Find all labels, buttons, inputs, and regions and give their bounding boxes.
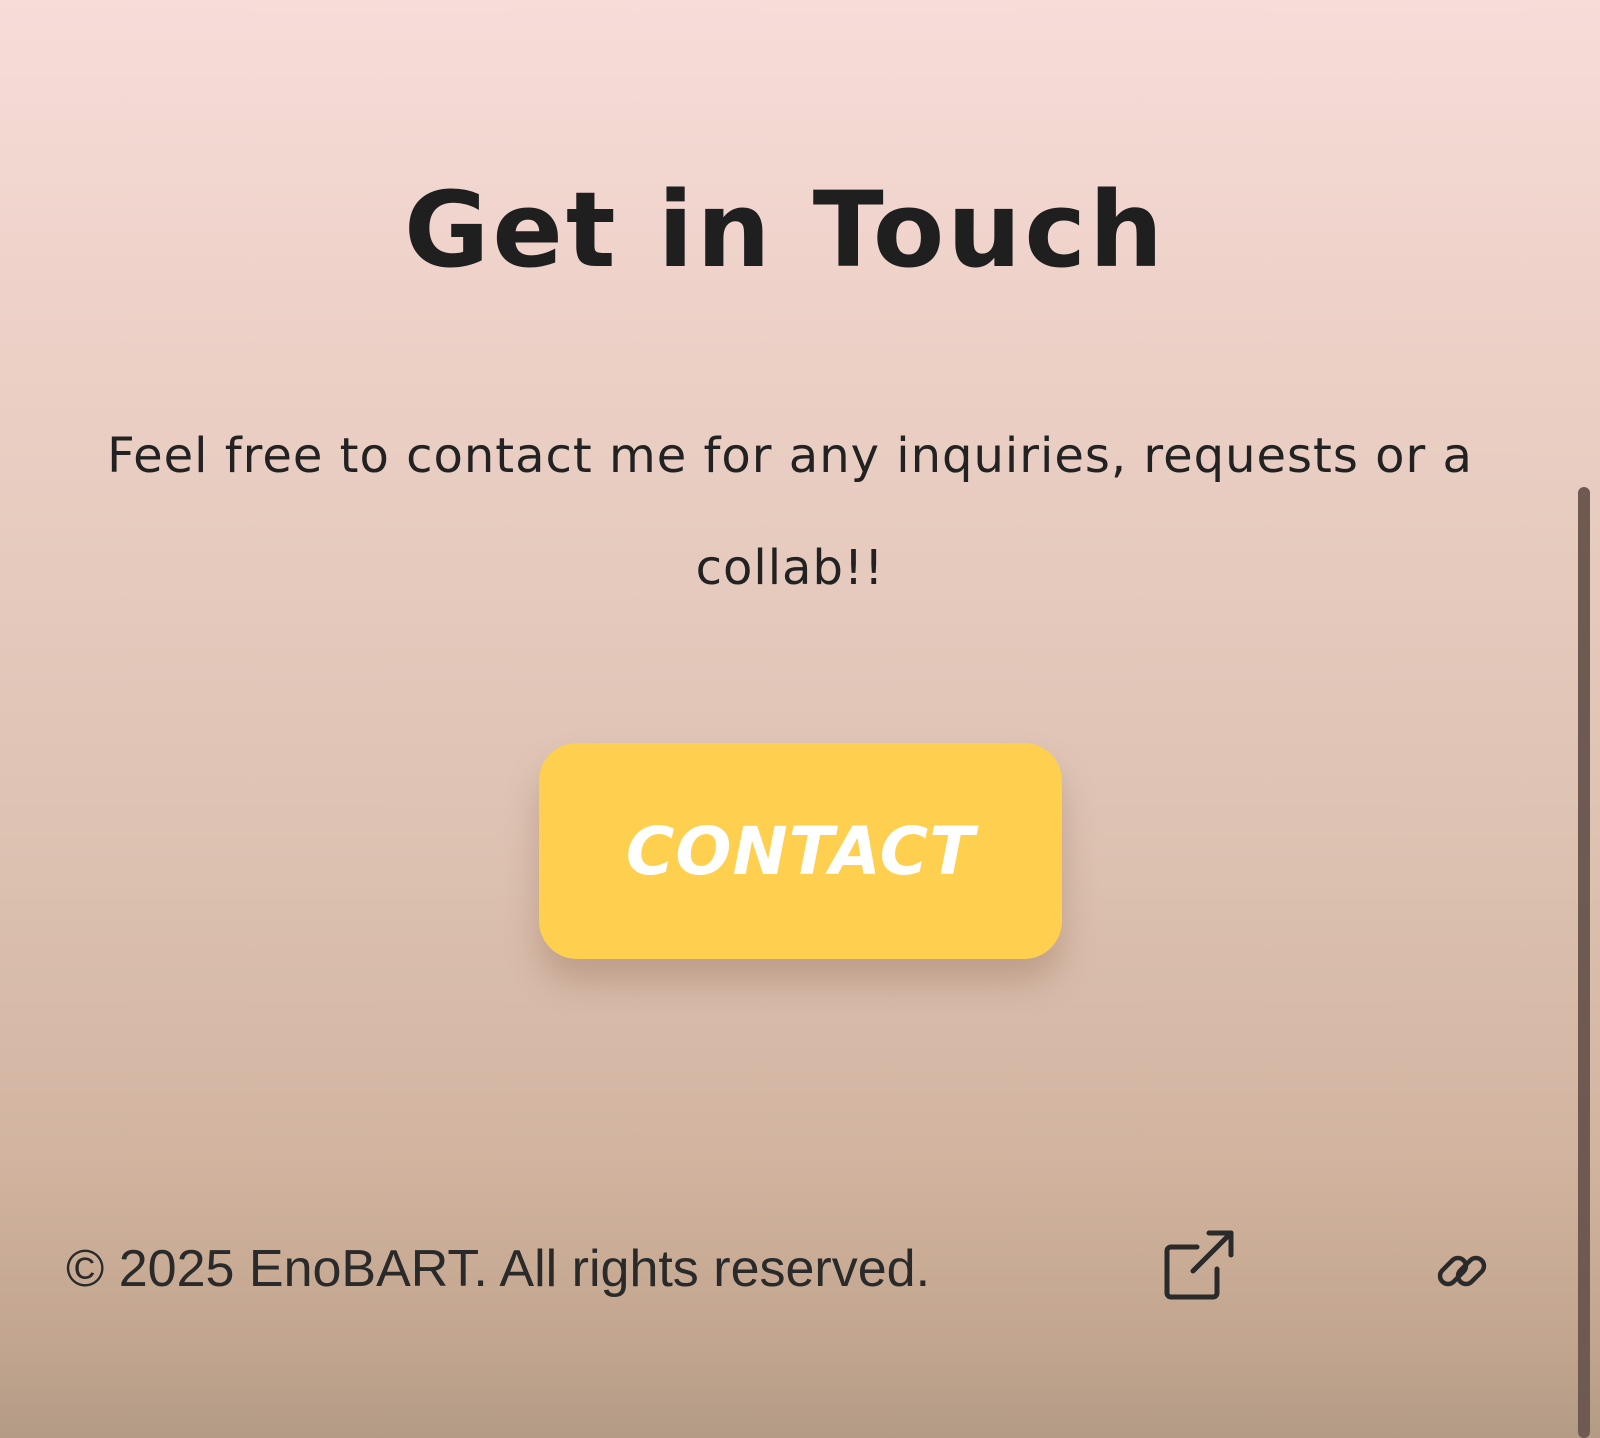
scrollbar-thumb[interactable] bbox=[1578, 487, 1590, 1438]
contact-page: Get in Touch Feel free to contact me for… bbox=[0, 0, 1570, 1438]
link-chain-icon-graphic bbox=[1437, 1255, 1487, 1287]
external-link-icon[interactable] bbox=[1159, 1225, 1239, 1305]
contact-button[interactable]: CONTACT bbox=[539, 743, 1062, 959]
copyright-text: © 2025 EnoBART. All rights reserved. bbox=[66, 1240, 931, 1298]
footer: © 2025 EnoBART. All rights reserved. bbox=[66, 1225, 1506, 1325]
section-description: Feel free to contact me for any inquirie… bbox=[107, 428, 1473, 596]
link-chain-icon[interactable] bbox=[1434, 1243, 1490, 1299]
external-link-icon-graphic bbox=[1164, 1230, 1234, 1300]
section-title: Get in Touch bbox=[403, 169, 1167, 291]
